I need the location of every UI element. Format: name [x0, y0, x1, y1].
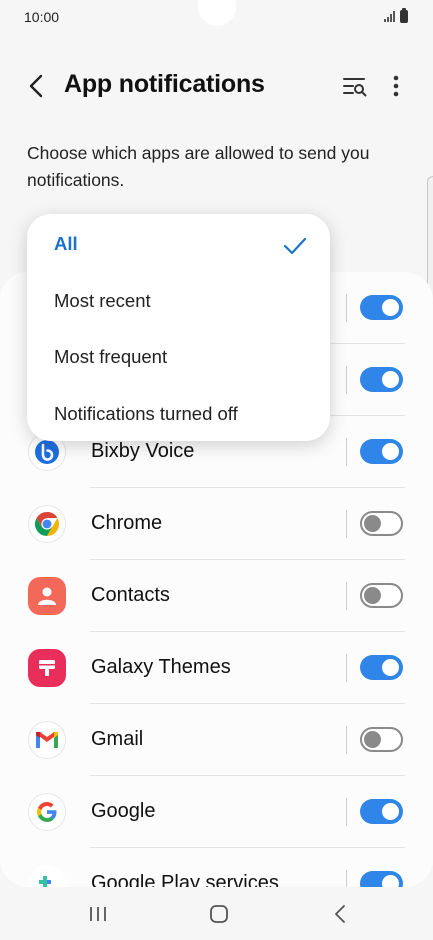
list-item[interactable]: Contacts: [0, 560, 433, 632]
divider: [346, 294, 347, 322]
divider: [346, 438, 347, 466]
checkmark-icon: [283, 237, 307, 255]
page-title: App notifications: [64, 70, 265, 98]
system-nav-bar: [0, 887, 433, 940]
back-nav-button[interactable]: [320, 900, 360, 928]
google-icon: [28, 793, 66, 831]
notification-toggle[interactable]: [360, 871, 403, 887]
galaxy-themes-icon: [28, 649, 66, 687]
list-item[interactable]: Google Play services: [0, 848, 433, 887]
notification-toggle[interactable]: [360, 439, 403, 464]
list-item[interactable]: Gmail: [0, 704, 433, 776]
app-name: Google: [91, 800, 156, 822]
divider: [346, 582, 347, 610]
recent-apps-button[interactable]: [78, 900, 118, 928]
notification-toggle[interactable]: [360, 583, 403, 608]
app-name: Contacts: [91, 584, 170, 606]
app-name: Galaxy Themes: [91, 656, 231, 678]
back-button[interactable]: [20, 70, 52, 102]
app-name: Bixby Voice: [91, 440, 195, 462]
chevron-left-icon: [335, 905, 345, 923]
notification-toggle[interactable]: [360, 295, 403, 320]
divider: [346, 870, 347, 887]
page-description: Choose which apps are allowed to send yo…: [27, 143, 370, 190]
status-bar: 10:00: [0, 0, 433, 36]
divider: [346, 798, 347, 826]
divider: [346, 654, 347, 682]
status-icons: [384, 8, 408, 23]
list-item[interactable]: Google: [0, 776, 433, 848]
more-vertical-icon: [393, 75, 399, 97]
contacts-icon: [28, 577, 66, 615]
home-button[interactable]: [199, 900, 239, 928]
app-bar: App notifications: [0, 60, 433, 112]
recent-apps-icon: [90, 907, 106, 921]
list-item[interactable]: Chrome: [0, 488, 433, 560]
notification-toggle[interactable]: [360, 367, 403, 392]
app-name: Chrome: [91, 512, 163, 534]
more-options-button[interactable]: [383, 70, 409, 102]
notification-toggle[interactable]: [360, 799, 403, 824]
app-name: Gmail: [91, 728, 144, 750]
status-time: 10:00: [24, 9, 60, 25]
list-search-icon: [343, 78, 367, 97]
dropdown-option-notifications-off[interactable]: Notifications turned off: [54, 403, 238, 425]
battery-icon: [400, 8, 408, 23]
chrome-icon: [28, 505, 66, 543]
dropdown-option-most-recent[interactable]: Most recent: [54, 290, 151, 312]
notification-toggle[interactable]: [360, 727, 403, 752]
signal-icon: [384, 11, 395, 22]
dropdown-option-all[interactable]: All: [54, 233, 78, 255]
home-icon: [210, 905, 228, 923]
divider: [346, 366, 347, 394]
dropdown-option-most-frequent[interactable]: Most frequent: [54, 346, 167, 368]
divider: [346, 726, 347, 754]
divider: [346, 510, 347, 538]
gmail-icon: [28, 721, 66, 759]
chevron-left-icon: [29, 74, 43, 98]
list-item[interactable]: Galaxy Themes: [0, 632, 433, 704]
search-list-button[interactable]: [340, 72, 370, 100]
notification-toggle[interactable]: [360, 655, 403, 680]
filter-dropdown-menu: All Most recent Most frequent Notificati…: [27, 214, 330, 441]
app-name: Google Play services: [91, 872, 279, 887]
google-play-services-icon: [28, 865, 66, 887]
camera-notch: [198, 0, 236, 26]
notification-toggle[interactable]: [360, 511, 403, 536]
